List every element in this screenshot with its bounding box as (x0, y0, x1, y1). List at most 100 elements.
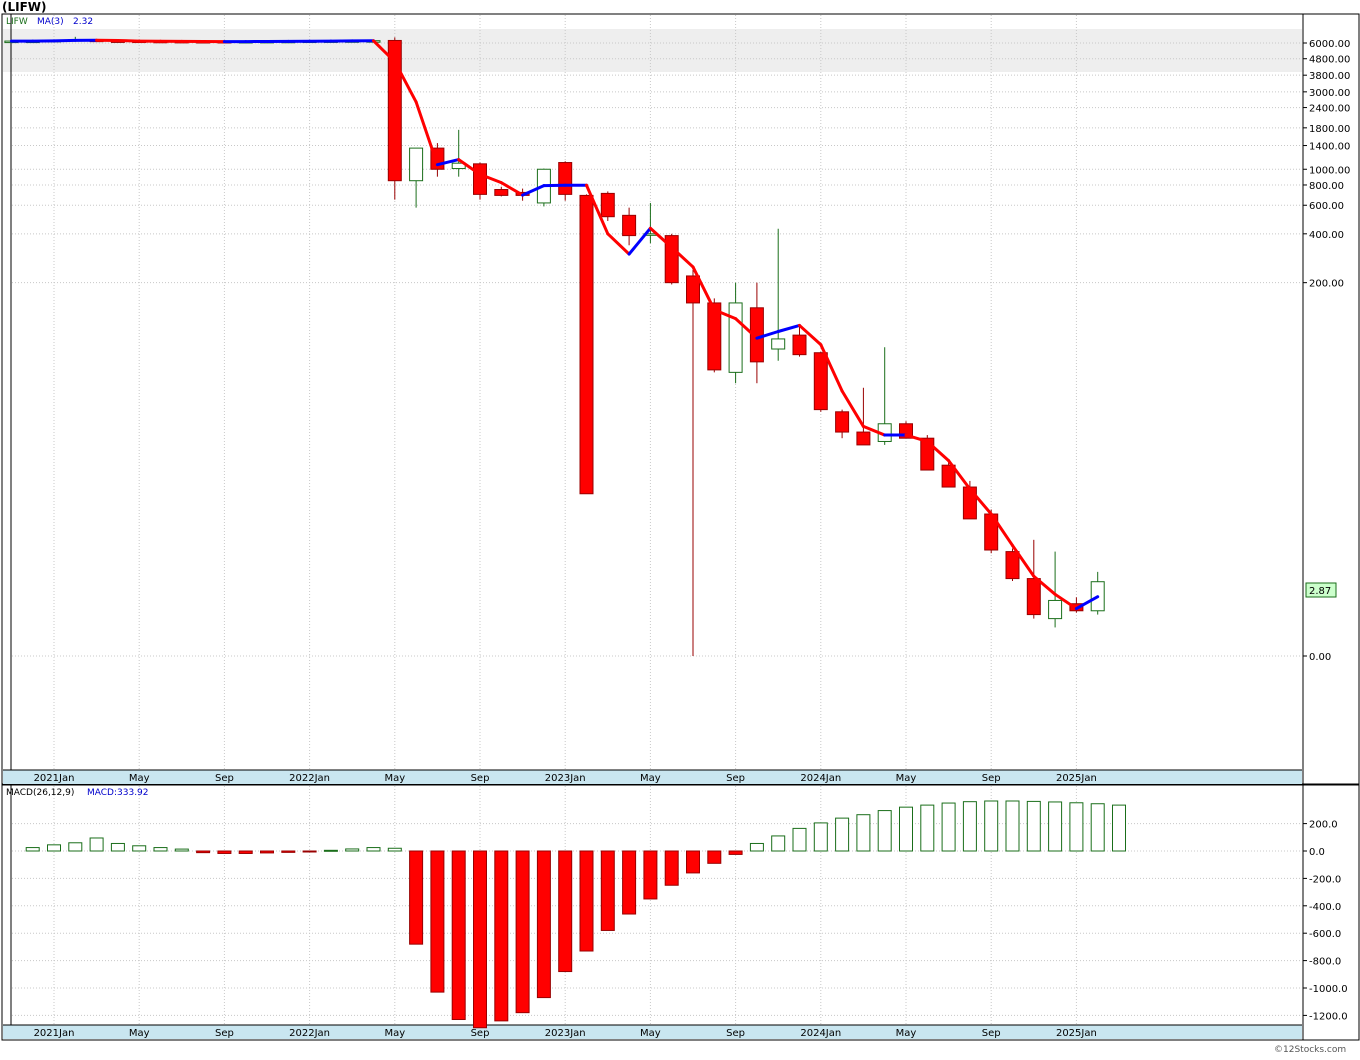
candle-body (772, 339, 785, 349)
macd-x-tick: Sep (471, 1028, 490, 1039)
candle-body (1049, 600, 1062, 618)
price-noise-band (3, 29, 1302, 72)
macd-bar (1027, 801, 1040, 851)
macd-bar (516, 851, 529, 1013)
macd-bar (69, 843, 82, 851)
candle-body (729, 303, 742, 372)
macd-bar (388, 848, 401, 851)
macd-bar (346, 849, 359, 851)
macd-x-tick: 2022Jan (289, 1028, 330, 1039)
candle-body (857, 432, 870, 445)
price-x-tick: Sep (982, 773, 1001, 784)
macd-bar (708, 851, 721, 863)
macd-bar (750, 843, 763, 851)
macd-bar (367, 848, 380, 851)
macd-bar (580, 851, 593, 951)
price-y-tick: 3800.00 (1309, 71, 1350, 82)
macd-bar (175, 849, 188, 851)
price-y-tick: 3000.00 (1309, 88, 1350, 99)
candle-body (687, 276, 700, 303)
macd-bar (90, 838, 103, 851)
price-y-tick: 4800.00 (1309, 55, 1350, 66)
macd-bar (1006, 801, 1019, 851)
macd-x-tick: 2021Jan (34, 1028, 75, 1039)
macd-bar (154, 848, 167, 851)
macd-bar (282, 851, 295, 852)
macd-bar (537, 851, 550, 998)
macd-y-tick: -1200.0 (1309, 1011, 1348, 1022)
macd-bar (623, 851, 636, 914)
candle-body (623, 215, 636, 235)
macd-bar (410, 851, 423, 944)
macd-bar (1091, 804, 1104, 851)
macd-y-tick: -800.0 (1309, 957, 1341, 968)
macd-y-tick: -1000.0 (1309, 984, 1348, 995)
price-y-tick: 600.00 (1309, 201, 1344, 212)
macd-bar (1113, 805, 1126, 851)
candle-body (963, 487, 976, 519)
price-x-tick: 2024Jan (800, 773, 841, 784)
price-x-tick: May (640, 773, 661, 784)
price-x-tick: May (384, 773, 405, 784)
ma3-segment (54, 40, 75, 41)
price-x-tick: May (896, 773, 917, 784)
macd-bar (218, 851, 231, 853)
price-x-tick: May (129, 773, 150, 784)
macd-bar (900, 807, 913, 851)
macd-bar (197, 851, 210, 853)
price-y-tick: 1400.00 (1309, 142, 1350, 153)
macd-bar (133, 846, 146, 851)
stock-chart: 6000.00 4800.00 3800.00 3000.00 2400.00 1800.… (0, 0, 1360, 1056)
macd-x-tick: May (384, 1028, 405, 1039)
price-x-tick: 2023Jan (545, 773, 586, 784)
price-y-tick: 400.00 (1309, 230, 1344, 241)
macd-bar (878, 811, 891, 851)
macd-bar (495, 851, 508, 1021)
legend-ma-value: 2.32 (73, 17, 93, 27)
macd-x-tick: Sep (726, 1028, 745, 1039)
macd-bar (814, 823, 827, 851)
price-y-tick: 1800.00 (1309, 124, 1350, 135)
macd-bar (644, 851, 657, 899)
macd-bar (793, 828, 806, 851)
price-x-tick: 2021Jan (34, 773, 75, 784)
macd-bar (559, 851, 572, 972)
price-x-tick: Sep (471, 773, 490, 784)
macd-bar (239, 851, 252, 853)
legend-ma-label: MA(3) (37, 17, 64, 27)
candle-body (814, 353, 827, 410)
candle (580, 194, 593, 493)
macd-bar (921, 805, 934, 851)
macd-bar (665, 851, 678, 885)
macd-bar (729, 851, 742, 854)
price-y-tick: 2400.00 (1309, 104, 1350, 115)
price-y-tick: 0.00 (1309, 652, 1331, 663)
price-x-tick: Sep (726, 773, 745, 784)
macd-bar (836, 818, 849, 851)
candle-body (601, 193, 614, 216)
macd-x-tick: Sep (215, 1028, 234, 1039)
price-y-tick: 200.00 (1309, 279, 1344, 290)
macd-bar (261, 851, 274, 853)
watermark: ©12Stocks.com (1274, 1045, 1346, 1055)
macd-bar (687, 851, 700, 873)
candle-body (559, 163, 572, 195)
candle-body (1006, 552, 1019, 579)
macd-bar (985, 801, 998, 851)
price-y-tick: 6000.00 (1309, 39, 1350, 50)
macd-x-tick: 2024Jan (800, 1028, 841, 1039)
candle (474, 163, 487, 200)
macd-y-tick: -400.0 (1309, 902, 1341, 913)
macd-x-tick: May (896, 1028, 917, 1039)
macd-bar (1070, 803, 1083, 851)
legend-ticker: LIFW (6, 17, 28, 27)
candle-body (1027, 579, 1040, 615)
macd-legend-value: MACD:333.92 (87, 788, 149, 798)
price-x-tick: 2025Jan (1056, 773, 1097, 784)
macd-x-tick: May (129, 1028, 150, 1039)
macd-bar (963, 802, 976, 851)
macd-bar (111, 843, 124, 851)
candle (601, 191, 614, 221)
price-x-tick: Sep (215, 773, 234, 784)
macd-bar (26, 848, 39, 851)
